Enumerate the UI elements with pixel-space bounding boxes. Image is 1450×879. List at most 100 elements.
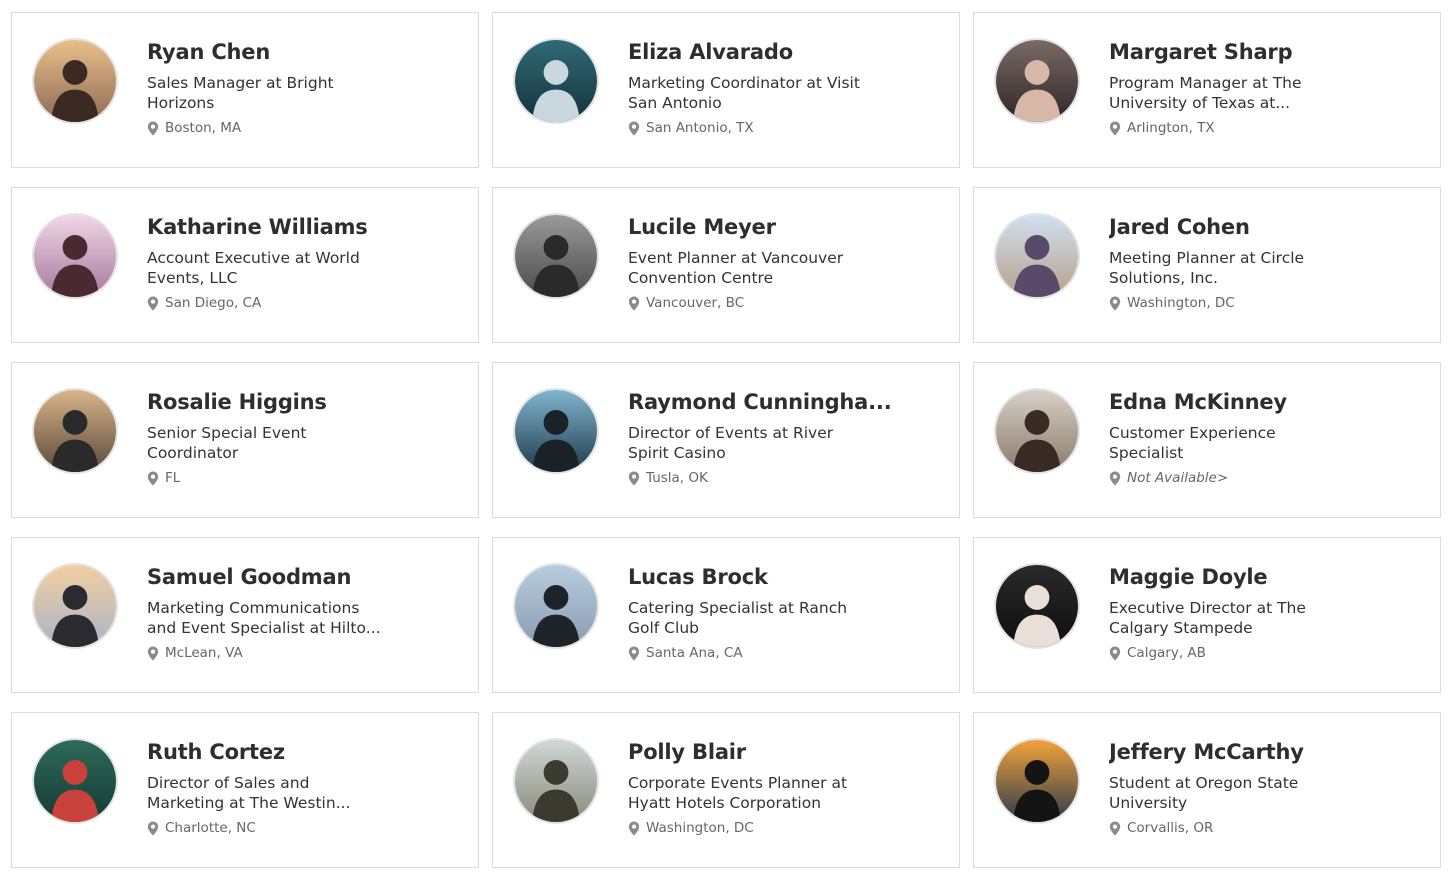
avatar[interactable] bbox=[994, 563, 1080, 649]
avatar[interactable] bbox=[32, 213, 118, 299]
person-card[interactable]: Samuel Goodman Marketing Communications … bbox=[11, 537, 479, 693]
avatar-image bbox=[515, 565, 597, 647]
person-name[interactable]: Eliza Alvarado bbox=[628, 39, 918, 65]
avatar[interactable] bbox=[994, 38, 1080, 124]
avatar[interactable] bbox=[32, 738, 118, 824]
map-pin-icon bbox=[1109, 120, 1121, 136]
person-title: Director of Sales and Marketing at The W… bbox=[147, 774, 351, 812]
person-name[interactable]: Lucile Meyer bbox=[628, 214, 918, 240]
location-text: San Antonio, TX bbox=[646, 120, 754, 136]
avatar-image bbox=[996, 565, 1078, 647]
person-name[interactable]: Jared Cohen bbox=[1109, 214, 1399, 240]
avatar-image bbox=[515, 40, 597, 122]
person-name[interactable]: Jeffery McCarthy bbox=[1109, 739, 1399, 765]
person-card[interactable]: Katharine Williams Account Executive at … bbox=[11, 187, 479, 343]
person-card[interactable]: Edna McKinney Customer Experience Specia… bbox=[973, 362, 1441, 518]
person-card[interactable]: Jeffery McCarthy Student at Oregon State… bbox=[973, 712, 1441, 868]
map-pin-icon bbox=[147, 820, 159, 836]
person-card[interactable]: Ruth Cortez Director of Sales and Market… bbox=[11, 712, 479, 868]
location-text: Charlotte, NC bbox=[165, 820, 256, 836]
person-location: Not Available> bbox=[1109, 469, 1399, 487]
person-name[interactable]: Polly Blair bbox=[628, 739, 918, 765]
map-pin-icon bbox=[147, 120, 159, 136]
avatar-image bbox=[34, 390, 116, 472]
person-card[interactable]: Jared Cohen Meeting Planner at Circle So… bbox=[973, 187, 1441, 343]
person-name[interactable]: Margaret Sharp bbox=[1109, 39, 1399, 65]
location-text: FL bbox=[165, 470, 181, 486]
avatar-image bbox=[34, 740, 116, 822]
map-pin-icon bbox=[1109, 295, 1121, 311]
location-text: San Diego, CA bbox=[165, 295, 262, 311]
person-name[interactable]: Ryan Chen bbox=[147, 39, 437, 65]
map-pin-icon bbox=[1109, 820, 1121, 836]
location-text: McLean, VA bbox=[165, 645, 243, 661]
avatar[interactable] bbox=[513, 563, 599, 649]
location-text: Santa Ana, CA bbox=[646, 645, 743, 661]
avatar-image bbox=[34, 40, 116, 122]
person-name[interactable]: Raymond Cunningha... bbox=[628, 389, 918, 415]
person-location: Calgary, AB bbox=[1109, 644, 1399, 662]
person-location: Washington, DC bbox=[628, 819, 918, 837]
map-pin-icon bbox=[1109, 645, 1121, 661]
person-name[interactable]: Edna McKinney bbox=[1109, 389, 1399, 415]
person-name[interactable]: Lucas Brock bbox=[628, 564, 918, 590]
map-pin-icon bbox=[147, 470, 159, 486]
avatar[interactable] bbox=[994, 738, 1080, 824]
person-title: Account Executive at World Events, LLC bbox=[147, 249, 360, 287]
map-pin-icon bbox=[1109, 470, 1121, 486]
avatar[interactable] bbox=[32, 388, 118, 474]
person-name[interactable]: Maggie Doyle bbox=[1109, 564, 1399, 590]
avatar[interactable] bbox=[32, 563, 118, 649]
avatar-image bbox=[996, 740, 1078, 822]
person-card[interactable]: Rosalie Higgins Senior Special Event Coo… bbox=[11, 362, 479, 518]
person-card[interactable]: Maggie Doyle Executive Director at The C… bbox=[973, 537, 1441, 693]
person-card[interactable]: Raymond Cunningha... Director of Events … bbox=[492, 362, 960, 518]
person-name[interactable]: Ruth Cortez bbox=[147, 739, 437, 765]
person-title: Student at Oregon State University bbox=[1109, 774, 1299, 812]
person-name[interactable]: Rosalie Higgins bbox=[147, 389, 437, 415]
avatar[interactable] bbox=[513, 388, 599, 474]
location-text: Vancouver, BC bbox=[646, 295, 745, 311]
map-pin-icon bbox=[628, 295, 640, 311]
avatar[interactable] bbox=[994, 388, 1080, 474]
person-card[interactable]: Lucile Meyer Event Planner at Vancouver … bbox=[492, 187, 960, 343]
avatar[interactable] bbox=[513, 213, 599, 299]
person-name[interactable]: Katharine Williams bbox=[147, 214, 437, 240]
person-card[interactable]: Eliza Alvarado Marketing Coordinator at … bbox=[492, 12, 960, 168]
location-text: Not Available> bbox=[1127, 470, 1229, 486]
person-title: Sales Manager at Bright Horizons bbox=[147, 74, 334, 112]
map-pin-icon bbox=[147, 645, 159, 661]
person-location: FL bbox=[147, 469, 437, 487]
person-card[interactable]: Margaret Sharp Program Manager at The Un… bbox=[973, 12, 1441, 168]
person-card[interactable]: Lucas Brock Catering Specialist at Ranch… bbox=[492, 537, 960, 693]
avatar-image bbox=[515, 740, 597, 822]
location-text: Calgary, AB bbox=[1127, 645, 1206, 661]
location-text: Boston, MA bbox=[165, 120, 242, 136]
person-location: McLean, VA bbox=[147, 644, 437, 662]
map-pin-icon bbox=[628, 120, 640, 136]
person-title: Program Manager at The University of Tex… bbox=[1109, 74, 1302, 112]
avatar[interactable] bbox=[513, 38, 599, 124]
person-card[interactable]: Ryan Chen Sales Manager at Bright Horizo… bbox=[11, 12, 479, 168]
person-title: Meeting Planner at Circle Solutions, Inc… bbox=[1109, 249, 1305, 287]
person-title: Marketing Communications and Event Speci… bbox=[147, 599, 381, 637]
person-location: San Antonio, TX bbox=[628, 119, 918, 137]
person-location: Corvallis, OR bbox=[1109, 819, 1399, 837]
avatar[interactable] bbox=[32, 38, 118, 124]
person-title: Marketing Coordinator at Visit San Anton… bbox=[628, 74, 860, 112]
avatar-image bbox=[996, 215, 1078, 297]
map-pin-icon bbox=[147, 295, 159, 311]
person-title: Executive Director at The Calgary Stampe… bbox=[1109, 599, 1306, 637]
avatar-image bbox=[34, 565, 116, 647]
avatar[interactable] bbox=[994, 213, 1080, 299]
location-text: Arlington, TX bbox=[1127, 120, 1215, 136]
person-name[interactable]: Samuel Goodman bbox=[147, 564, 437, 590]
person-location: Washington, DC bbox=[1109, 294, 1399, 312]
location-text: Corvallis, OR bbox=[1127, 820, 1214, 836]
person-title: Senior Special Event Coordinator bbox=[147, 424, 307, 462]
person-card[interactable]: Polly Blair Corporate Events Planner at … bbox=[492, 712, 960, 868]
person-location: Tusla, OK bbox=[628, 469, 918, 487]
avatar[interactable] bbox=[513, 738, 599, 824]
people-grid: Ryan Chen Sales Manager at Bright Horizo… bbox=[11, 12, 1441, 868]
person-location: San Diego, CA bbox=[147, 294, 437, 312]
